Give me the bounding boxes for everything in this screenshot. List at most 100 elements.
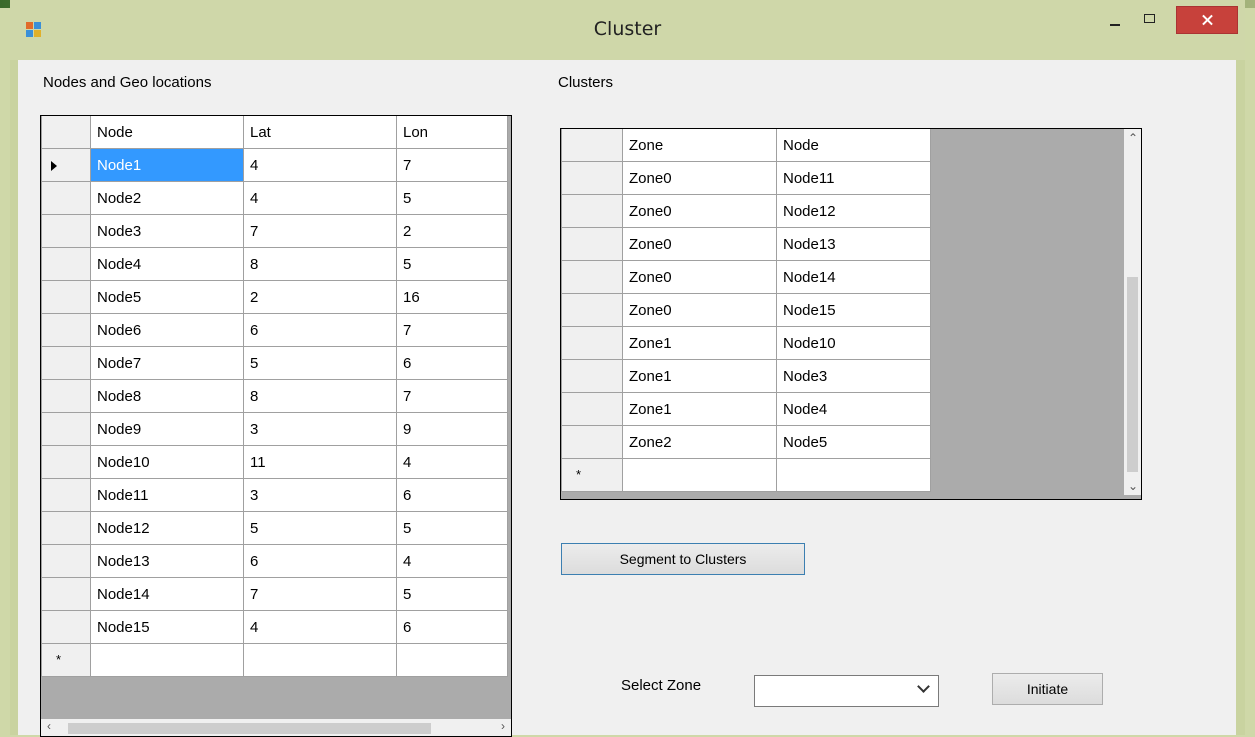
- table-cell[interactable]: 6: [396, 610, 508, 644]
- table-cell[interactable]: Zone0: [622, 260, 777, 294]
- row-header[interactable]: [41, 247, 91, 281]
- table-cell[interactable]: 5: [396, 181, 508, 215]
- row-header[interactable]: [561, 260, 623, 294]
- table-cell[interactable]: 3: [243, 412, 397, 446]
- table-cell[interactable]: Zone1: [622, 359, 777, 393]
- initiate-button[interactable]: Initiate: [992, 673, 1103, 705]
- scroll-up-icon[interactable]: ⌃: [1128, 131, 1138, 145]
- row-header[interactable]: [561, 194, 623, 228]
- table-cell[interactable]: 5: [396, 577, 508, 611]
- table-cell[interactable]: [622, 458, 777, 492]
- row-header[interactable]: [41, 478, 91, 512]
- table-cell[interactable]: 3: [243, 478, 397, 512]
- table-row[interactable]: Node4 8 5: [41, 247, 508, 281]
- clusters-vertical-scrollbar[interactable]: ⌃ ⌄: [1124, 129, 1141, 495]
- table-row[interactable]: Zone2 Node5: [561, 425, 931, 459]
- clusters-column-header[interactable]: Zone: [622, 129, 777, 162]
- table-cell[interactable]: Zone2: [622, 425, 777, 459]
- segment-to-clusters-button[interactable]: Segment to Clusters: [561, 543, 805, 575]
- table-cell[interactable]: Node2: [90, 181, 244, 215]
- table-cell[interactable]: Node13: [90, 544, 244, 578]
- row-header[interactable]: [41, 577, 91, 611]
- table-cell[interactable]: Node14: [776, 260, 931, 294]
- table-cell[interactable]: Node13: [776, 227, 931, 261]
- clusters-grid[interactable]: Zone Node Zone0 Node11 Zone0 Node12 Zone0 Node1…: [560, 128, 1142, 500]
- table-row[interactable]: Node1 4 7: [41, 148, 508, 182]
- table-cell[interactable]: Node14: [90, 577, 244, 611]
- table-cell[interactable]: 4: [243, 181, 397, 215]
- table-cell[interactable]: 6: [243, 313, 397, 347]
- row-header[interactable]: [41, 445, 91, 479]
- nodes-column-header[interactable]: Lat: [243, 116, 397, 149]
- row-header[interactable]: [41, 214, 91, 248]
- row-header[interactable]: [561, 392, 623, 426]
- table-cell[interactable]: 7: [243, 577, 397, 611]
- table-cell[interactable]: 5: [243, 346, 397, 380]
- table-cell[interactable]: 7: [243, 214, 397, 248]
- table-cell[interactable]: Zone0: [622, 161, 777, 195]
- table-cell[interactable]: Node5: [776, 425, 931, 459]
- close-icon[interactable]: [1176, 6, 1238, 34]
- row-header[interactable]: [561, 359, 623, 393]
- table-cell[interactable]: Node9: [90, 412, 244, 446]
- row-header[interactable]: *: [41, 643, 91, 677]
- table-row[interactable]: Node8 8 7: [41, 379, 508, 413]
- row-header[interactable]: [41, 280, 91, 314]
- table-cell[interactable]: 2: [243, 280, 397, 314]
- table-cell[interactable]: Node11: [90, 478, 244, 512]
- table-cell[interactable]: Node11: [776, 161, 931, 195]
- table-cell[interactable]: Node10: [776, 326, 931, 360]
- new-row[interactable]: *: [41, 643, 508, 677]
- table-cell[interactable]: 5: [396, 511, 508, 545]
- table-cell[interactable]: [243, 643, 397, 677]
- row-header[interactable]: [41, 313, 91, 347]
- scroll-left-icon[interactable]: ‹: [47, 719, 51, 733]
- table-row[interactable]: Node7 5 6: [41, 346, 508, 380]
- scroll-down-icon[interactable]: ⌄: [1128, 479, 1138, 493]
- table-row[interactable]: Zone1 Node10: [561, 326, 931, 360]
- table-row[interactable]: Zone1 Node3: [561, 359, 931, 393]
- table-cell[interactable]: Node7: [90, 346, 244, 380]
- row-header[interactable]: [41, 412, 91, 446]
- table-cell[interactable]: 6: [396, 478, 508, 512]
- title-bar[interactable]: Cluster: [10, 0, 1245, 60]
- table-cell[interactable]: [90, 643, 244, 677]
- table-row[interactable]: Zone0 Node15: [561, 293, 931, 327]
- row-header[interactable]: [561, 161, 623, 195]
- table-cell[interactable]: 6: [396, 346, 508, 380]
- table-cell[interactable]: 4: [243, 610, 397, 644]
- table-cell[interactable]: Node6: [90, 313, 244, 347]
- row-header[interactable]: [41, 379, 91, 413]
- table-row[interactable]: Node5 2 16: [41, 280, 508, 314]
- table-row[interactable]: Zone1 Node4: [561, 392, 931, 426]
- table-cell[interactable]: Zone0: [622, 194, 777, 228]
- table-cell[interactable]: Zone1: [622, 326, 777, 360]
- nodes-column-header[interactable]: Lon: [396, 116, 508, 149]
- table-cell[interactable]: Node12: [90, 511, 244, 545]
- table-row[interactable]: Node15 4 6: [41, 610, 508, 644]
- table-row[interactable]: Zone0 Node12: [561, 194, 931, 228]
- chevron-down-icon[interactable]: [917, 680, 930, 693]
- minimize-icon[interactable]: [1100, 10, 1130, 32]
- clusters-vscroll-thumb[interactable]: [1127, 277, 1138, 472]
- table-row[interactable]: Zone0 Node13: [561, 227, 931, 261]
- nodes-hscroll-thumb[interactable]: [68, 723, 431, 734]
- table-cell[interactable]: Zone0: [622, 227, 777, 261]
- row-header[interactable]: [41, 148, 91, 182]
- scroll-right-icon[interactable]: ›: [501, 719, 505, 733]
- row-header[interactable]: [561, 425, 623, 459]
- clusters-column-header[interactable]: Node: [776, 129, 931, 162]
- table-cell[interactable]: Zone0: [622, 293, 777, 327]
- table-row[interactable]: Node12 5 5: [41, 511, 508, 545]
- table-row[interactable]: Node2 4 5: [41, 181, 508, 215]
- table-row[interactable]: Node11 3 6: [41, 478, 508, 512]
- table-cell[interactable]: 16: [396, 280, 508, 314]
- table-cell[interactable]: Node10: [90, 445, 244, 479]
- zone-select[interactable]: [754, 675, 939, 707]
- table-cell[interactable]: 6: [243, 544, 397, 578]
- row-header[interactable]: [41, 610, 91, 644]
- row-header[interactable]: [561, 326, 623, 360]
- table-cell[interactable]: 7: [396, 313, 508, 347]
- table-row[interactable]: Node14 7 5: [41, 577, 508, 611]
- table-cell[interactable]: Node3: [90, 214, 244, 248]
